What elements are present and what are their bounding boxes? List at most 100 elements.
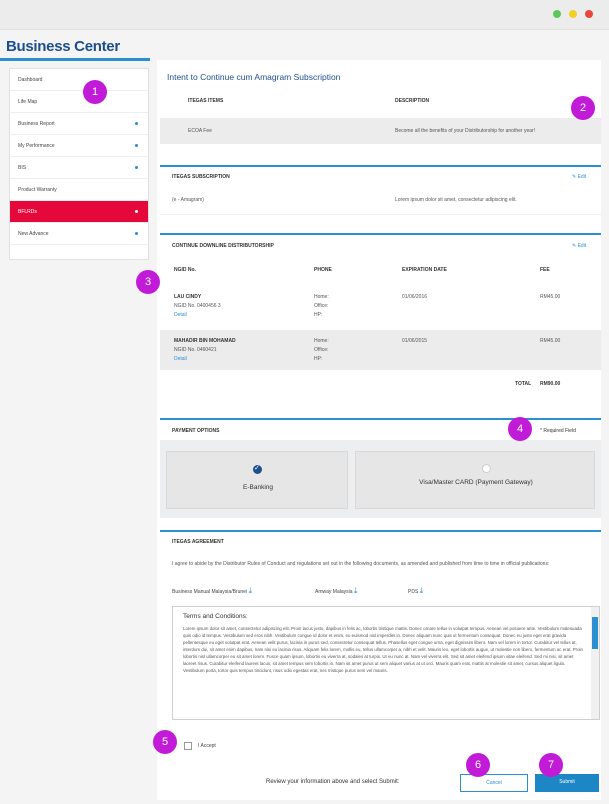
expiration-date: 01/06/2016 (402, 294, 428, 300)
terms-text: Lorem ipsum dolor sit amet, consectetur … (183, 626, 583, 673)
chevron-icon (135, 232, 138, 235)
phone-home: Home: (314, 294, 329, 300)
sidebar-item-label: Dashboard (18, 77, 43, 83)
badge-5: 5 (153, 730, 177, 754)
doc-link-business-manual[interactable]: Business Manual Malaysia/Brunei ⤓ (172, 586, 252, 596)
doc-link-amway-malaysia[interactable]: Amway Malaysia ⤓ (315, 586, 357, 596)
download-icon[interactable]: ⤓ (354, 586, 358, 595)
agreement-intro: I agree to abide by the Distributor Rule… (160, 550, 601, 606)
total-label: TOTAL (515, 381, 532, 387)
item-description: Become all the benefits of your Distribu… (395, 128, 536, 134)
distributor-name: MAHADIR BIN MOHAMAD (174, 338, 236, 344)
doc-link-pds[interactable]: PDS ⤓ (408, 586, 423, 596)
section-title: ITEGAS SUBSCRIPTION (172, 174, 230, 180)
window-chrome (0, 0, 609, 30)
section-title: ITEGAS AGREEMENT (172, 539, 224, 545)
column-header: ITEGAS ITEMS (188, 98, 224, 104)
badge-4: 4 (508, 417, 532, 441)
page-title: Intent to Continue cum Amagram Subscript… (167, 72, 341, 82)
sidebar-item-dashboard[interactable]: Dashboard (10, 69, 148, 91)
download-icon[interactable]: ⤓ (420, 586, 424, 595)
sidebar-item-product-warranty[interactable]: Product Warranty (10, 179, 148, 201)
distributorship-header: CONTINUE DOWNLINE DISTRIBUTORSHIP ✎ Edit (160, 233, 601, 255)
sidebar-item-new-advance[interactable]: New Advance (10, 223, 148, 245)
sidebar-item-label: Business Report (18, 121, 55, 127)
edit-link[interactable]: ✎ Edit (572, 174, 586, 180)
cancel-button[interactable]: Cancel (460, 774, 528, 792)
check-glyph: ✓ (254, 465, 260, 472)
fee: RM45.00 (540, 338, 561, 344)
accept-label: I Accept (198, 743, 216, 749)
sidebar-item-bflrds[interactable]: BFLRDs (10, 201, 148, 223)
sidebar-item-label: BFLRDs (18, 209, 37, 215)
distributor-id: NGID No. 0400456 3 (174, 303, 221, 309)
sidebar-item-label: Product Warranty (18, 187, 57, 193)
sidebar-item-label: My Performance (18, 143, 55, 149)
distributor-id: NGID No. 0460421 (174, 347, 217, 353)
expiration-date: 01/06/2015 (402, 338, 428, 344)
phone-hp: HP: (314, 312, 323, 318)
total-row: TOTAL RM90.00 (160, 372, 601, 398)
edit-link[interactable]: ✎ Edit (572, 243, 586, 249)
detail-link[interactable]: Detail (174, 312, 187, 318)
section-title: PAYMENT OPTIONS (172, 428, 220, 434)
brand-title: Business Center (6, 38, 120, 55)
sidebar-item-business-report[interactable]: Business Report (10, 113, 148, 135)
subscription-item: (e - Amagram) (172, 197, 204, 203)
accept-checkbox[interactable] (184, 742, 192, 750)
total-value: RM90.00 (540, 381, 561, 387)
agreement-header: ITEGAS AGREEMENT (160, 530, 601, 550)
subscription-row: (e - Amagram) Lorem ipsum dolor sit amet… (160, 185, 601, 215)
column-header: EXPIRATION DATE (402, 267, 447, 273)
subscription-description: Lorem ipsum dolor sit amet, consectetur … (395, 197, 517, 203)
agreement-text: I agree to abide by the Distributor Rule… (172, 561, 550, 567)
distributorship-columns: NGID No. PHONE EXPIRATION DATE FEE (160, 255, 601, 285)
chevron-icon (135, 166, 138, 169)
sidebar-item-my-performance[interactable]: My Performance (10, 135, 148, 157)
checkmark-icon: ✓ (253, 465, 262, 474)
brand-underline (0, 58, 150, 61)
sidebar-item-life-map[interactable]: Life Map (10, 91, 148, 113)
doc-label: Amway Malaysia (315, 589, 353, 595)
table-row: LAU CINDY NGID No. 0400456 3 Detail Home… (160, 288, 601, 328)
column-header: FEE (540, 267, 550, 273)
radio-icon (482, 464, 491, 473)
chevron-icon (135, 122, 138, 125)
phone-office: Office: (314, 303, 329, 309)
payment-option-label: E-Banking (243, 484, 273, 491)
phone-hp: HP: (314, 356, 323, 362)
distributor-name: LAU CINDY (174, 294, 202, 300)
column-header: NGID No. (174, 267, 196, 273)
terms-box[interactable]: Terms and Conditions: Lorem ipsum dolor … (172, 606, 600, 720)
required-note: * Required Field (540, 428, 576, 434)
scrollbar[interactable] (591, 607, 599, 719)
doc-label: Business Manual Malaysia/Brunei (172, 589, 248, 595)
badge-6: 6 (466, 753, 490, 777)
sidebar-item-label: BIS (18, 165, 27, 171)
column-header: DESCRIPTION (395, 98, 430, 104)
fee: RM45.00 (540, 294, 561, 300)
edit-label: Edit (577, 243, 587, 249)
required-label: * Required Field (540, 428, 576, 434)
yellow-dot-icon[interactable] (569, 10, 577, 18)
sidebar: Dashboard Life Map Business Report My Pe… (9, 68, 149, 260)
payment-header: PAYMENT OPTIONS * Required Field (160, 418, 601, 440)
chevron-icon (135, 144, 138, 147)
download-icon[interactable]: ⤓ (248, 586, 252, 595)
detail-link[interactable]: Detail (174, 356, 187, 362)
phone-home: Home: (314, 338, 329, 344)
badge-7: 7 (539, 753, 563, 777)
green-dot-icon[interactable] (553, 10, 561, 18)
table-row: MAHADIR BIN MOHAMAD NGID No. 0460421 Det… (160, 330, 601, 370)
payment-option-ebanking[interactable]: ✓ E-Banking (166, 451, 348, 509)
payment-option-label: Visa/Master CARD (Payment Gateway) (419, 479, 533, 486)
submit-button[interactable]: Submit (535, 774, 599, 792)
red-dot-icon[interactable] (585, 10, 593, 18)
sidebar-item-label: Life Map (18, 99, 38, 105)
scrollbar-thumb[interactable] (592, 617, 598, 649)
edit-label: Edit (577, 174, 587, 180)
payment-option-card[interactable]: Visa/Master CARD (Payment Gateway) (355, 451, 595, 509)
doc-label: PDS (408, 589, 419, 595)
sidebar-item-bis[interactable]: BIS (10, 157, 148, 179)
section-title: CONTINUE DOWNLINE DISTRIBUTORSHIP (172, 243, 274, 249)
